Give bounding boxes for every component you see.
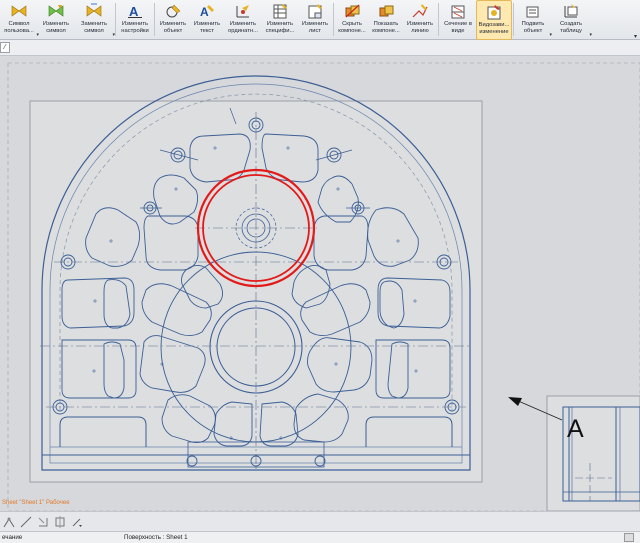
dropdown-arrow-icon[interactable]: ▾ [589,32,592,38]
ribbon-button-label: символ [46,28,66,34]
ribbon-button-label: Изменить [266,21,294,27]
ribbon-button-label: компоне... [338,28,366,34]
text-a-icon: A [128,4,142,19]
ribbon-button-label: Изменить [229,21,257,27]
show-component-icon [379,5,394,17]
spec-table-icon [273,4,287,19]
ribbon-button-label: Изменить [159,21,187,27]
ribbon-button-label: объект [163,28,183,34]
pencil-object-icon [166,4,181,18]
ribbon-button-align-object[interactable]: Подвить объект ▾ [515,0,552,40]
snap-toolbar [0,511,640,531]
ribbon-button-label: символ [84,28,104,34]
status-left-text: ечание [2,534,23,541]
ribbon-button-label: компоне... [372,28,400,34]
section-view-icon [451,5,465,19]
align-object-icon [526,6,539,18]
ribbon-toolbar: Символ пользова... ▾ Изменить символ Заменить… [0,0,640,40]
ribbon-button-label: пользова... [4,28,34,34]
snap-dropdown-icon[interactable] [70,515,84,529]
ribbon-button-label: Изменить [301,21,329,27]
ribbon-button-label: Показать [373,21,399,27]
view-frame-a [546,395,640,512]
ribbon-button-label: таблицу [560,28,582,34]
ribbon-separator [115,3,116,36]
sheet-name-label: Sheet "Sheet 1" Рабочее [2,500,70,506]
drawing-workspace[interactable]: A Sheet "Sheet 1" Рабочее [0,57,640,512]
svg-text:A: A [129,4,139,19]
view-modify-icon [487,5,501,20]
ribbon-button-replace-symbol[interactable]: Заменить символ ▾ [74,0,115,40]
snap-edge-icon[interactable] [36,515,50,529]
ribbon-button-label: линию [411,28,429,34]
ribbon-button-label: Изменить [121,21,149,27]
line-edit-icon [412,4,428,18]
ribbon-button-change-sheet[interactable]: Изменить лист [298,0,332,40]
ribbon-button-view-modify[interactable]: Видозави... изменение [476,0,512,40]
ribbon-button-label: изменение [479,29,509,35]
ribbon-button-label: Изменить [42,21,70,27]
ribbon-button-change-text[interactable]: A Изменить текст [190,0,224,40]
ribbon-button-label: Заменить [80,21,108,27]
ribbon-button-label: настройки [121,28,149,34]
status-indicator-icon[interactable] [624,533,634,542]
ribbon-button-label: Скрыть [342,21,362,27]
ribbon-button-label: Изменить [193,21,221,27]
snap-line-icon[interactable] [19,515,33,529]
ribbon-button-label: виде [451,28,465,34]
ribbon-button-change-spec[interactable]: Изменить специфи... [262,0,298,40]
ribbon-button-label: объект [523,28,543,34]
ribbon-button-create-table[interactable]: Создать таблицу ▾ [551,0,592,40]
view-label-a: A [567,415,584,443]
ribbon-button-hide-component[interactable]: Скрыть компоне... [335,0,369,40]
ribbon-button-change-settings[interactable]: A Изменить настройки [117,0,153,40]
ribbon-button-change-ordinate[interactable]: Изменить ординатн... [224,0,262,40]
create-table-icon [564,4,578,18]
dropdown-arrow-icon[interactable]: ▾ [112,32,115,38]
ribbon-button-section-in-view[interactable]: Сечение в виде [440,0,476,40]
status-surface-text: Поверхность : Sheet 1 [124,534,188,541]
snap-view-icon[interactable] [53,515,67,529]
ribbon-separator [154,3,155,36]
ribbon-button-label: Сечение в [444,21,472,27]
ribbon-separator [438,3,439,36]
bowtie-swap-icon [86,3,102,17]
sheet-icon [308,4,322,19]
ribbon-separator [513,3,514,36]
ordinate-icon [236,5,249,18]
ribbon-collapse-chevron-icon[interactable]: ▾ [634,33,637,40]
status-bar: ечание Поверхность : Sheet 1 [0,531,640,543]
ribbon-button-label: Видозави... [478,22,510,28]
ribbon-button-show-component[interactable]: Показать компоне... [369,0,403,40]
ribbon-button-label: текст [200,28,214,34]
ribbon-button-label: специфи... [265,28,295,34]
ribbon-separator [333,3,334,36]
ribbon-button-change-line[interactable]: Изменить линию [403,0,437,40]
ribbon-subrow: ⁄ [0,40,640,56]
bowtie-green-icon [48,5,64,17]
ribbon-button-label: ординатн... [228,28,258,34]
ribbon-button-change-object[interactable]: Изменить объект [156,0,190,40]
bowtie-gold-icon [11,5,27,17]
ribbon-button-label: лист [308,28,322,34]
ribbon-button-symbol-user[interactable]: Символ пользова... ▾ [0,0,39,40]
ribbon-button-label: Создать [559,21,583,27]
ribbon-button-label: Подвить [521,21,545,27]
hide-component-icon [345,4,360,18]
ribbon-button-label: Изменить [406,21,434,27]
snap-point-icon[interactable] [2,515,16,529]
text-edit-icon: A [200,5,214,19]
dropdown-chevron-icon[interactable]: ⁄ [0,42,10,53]
drawing-sheet[interactable]: A [0,57,640,512]
ribbon-button-label: Символ [8,21,30,27]
ribbon-button-change-symbol[interactable]: Изменить символ [38,0,74,40]
